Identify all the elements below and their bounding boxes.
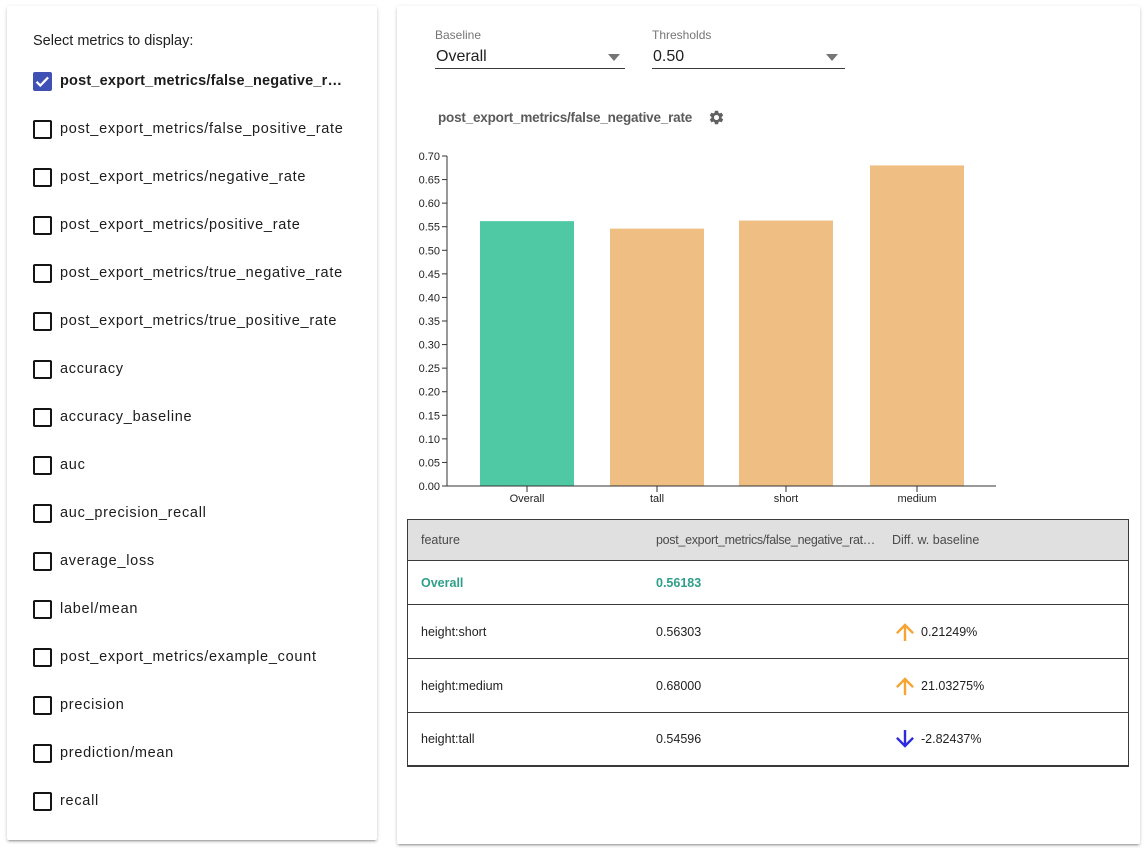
svg-text:short: short	[774, 493, 798, 505]
svg-text:0.55: 0.55	[419, 222, 440, 234]
svg-text:Overall: Overall	[510, 493, 545, 505]
svg-text:0.70: 0.70	[419, 151, 440, 163]
svg-text:0.40: 0.40	[419, 292, 440, 304]
svg-text:0.25: 0.25	[419, 363, 440, 375]
svg-text:0.60: 0.60	[419, 198, 440, 210]
svg-text:0.35: 0.35	[419, 316, 440, 328]
svg-text:0.05: 0.05	[419, 457, 440, 469]
svg-text:0.10: 0.10	[419, 434, 440, 446]
svg-text:0.45: 0.45	[419, 269, 440, 281]
svg-text:0.00: 0.00	[419, 481, 440, 493]
svg-text:0.50: 0.50	[419, 245, 440, 257]
svg-text:0.20: 0.20	[419, 387, 440, 399]
svg-text:0.65: 0.65	[419, 175, 440, 187]
svg-text:tall: tall	[650, 493, 664, 505]
svg-text:0.30: 0.30	[419, 340, 440, 352]
svg-text:medium: medium	[897, 493, 936, 505]
svg-text:0.15: 0.15	[419, 410, 440, 422]
